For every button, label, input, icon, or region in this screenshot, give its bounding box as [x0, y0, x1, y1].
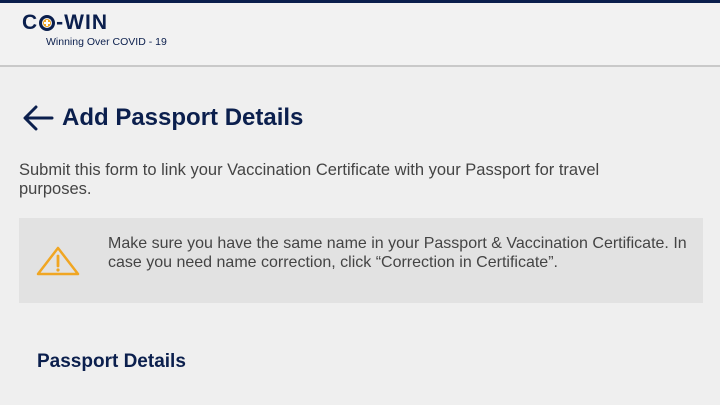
warning-icon — [36, 246, 80, 276]
logo-plus-icon — [39, 15, 56, 31]
logo-wordmark: C -WIN — [22, 11, 167, 35]
passport-details-heading: Passport Details — [37, 351, 186, 372]
back-arrow-icon[interactable] — [22, 104, 54, 132]
name-match-notice: Make sure you have the same name in your… — [19, 218, 703, 303]
notice-text: Make sure you have the same name in your… — [108, 235, 687, 271]
logo-tagline: Winning Over COVID - 19 — [46, 36, 167, 48]
logo-letter-c: C — [22, 11, 39, 34]
app-header: C -WIN Winning Over COVID - 19 — [0, 3, 720, 67]
page-title: Add Passport Details — [62, 104, 304, 131]
logo-letters-win: -WIN — [56, 11, 108, 34]
cowin-logo[interactable]: C -WIN Winning Over COVID - 19 — [22, 11, 167, 48]
page-description: Submit this form to link your Vaccinatio… — [19, 161, 600, 198]
page-title-row: Add Passport Details — [22, 104, 303, 132]
